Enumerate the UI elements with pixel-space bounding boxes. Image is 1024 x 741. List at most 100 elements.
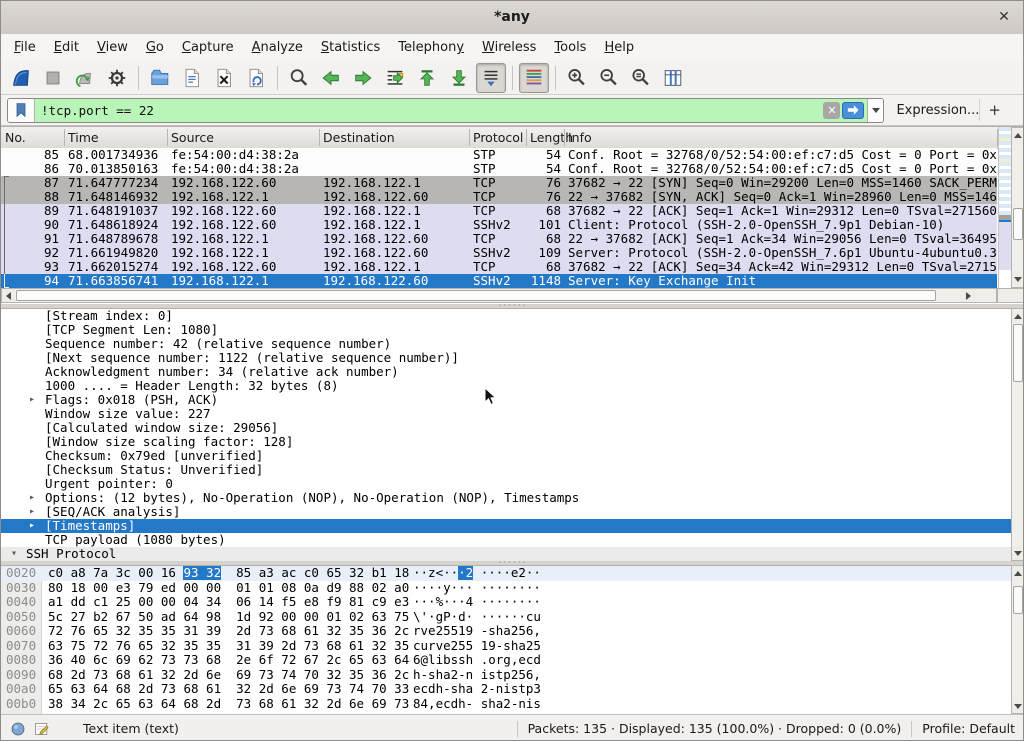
hscrollbar-thumb[interactable] (16, 290, 936, 301)
hex-bytes[interactable]: 5c 27 b2 67 50 ad 64 98 1d 92 00 00 01 0… (48, 610, 409, 625)
menu-statistics[interactable]: Statistics (312, 37, 389, 58)
scrollbar-thumb[interactable] (1013, 586, 1023, 614)
profile-status[interactable]: Profile: Default (922, 721, 1015, 736)
details-vscrollbar[interactable] (1011, 308, 1024, 561)
go-forward-button[interactable] (348, 63, 378, 93)
title-bar[interactable]: *any ✕ (1, 1, 1023, 35)
ascii-bytes[interactable]: 84,ecdh- sha2-nis (413, 697, 541, 712)
detail-line-16[interactable]: TCP payload (1080 bytes) (1, 533, 1011, 547)
filter-input[interactable]: !tcp.port == 22 (35, 99, 823, 122)
ascii-bytes[interactable]: \'·gP·d· ······cu (413, 610, 541, 625)
scrollbar-thumb[interactable] (1013, 324, 1023, 382)
detail-line-2[interactable]: Sequence number: 42 (relative sequence n… (1, 337, 1011, 351)
packet-row-94[interactable]: 9471.663856741192.168.122.1192.168.122.6… (1, 274, 997, 288)
capture-options-button[interactable] (102, 63, 132, 93)
detail-line-8[interactable]: [Calculated window size: 29056] (1, 421, 1011, 435)
ascii-bytes[interactable]: h-sha2-n istp256, (413, 668, 541, 683)
hex-row-0050[interactable]: 00505c 27 b2 67 50 ad 64 98 1d 92 00 00 … (1, 610, 1011, 625)
scroll-right-button[interactable] (962, 289, 975, 302)
hex-bytes[interactable]: 72 76 65 32 35 35 31 39 2d 73 68 61 32 3… (48, 624, 409, 639)
detail-line-10[interactable]: Checksum: 0x79ed [unverified] (1, 449, 1011, 463)
packet-list-header[interactable]: No.TimeSourceDestinationProtocolLengthIn… (1, 127, 1024, 149)
column-header-time[interactable]: Time (68, 130, 99, 145)
expression-button[interactable]: Expression... (896, 103, 979, 118)
collapsed-arrow-icon[interactable]: ▸ (29, 393, 35, 407)
capture-comment-button[interactable] (33, 720, 51, 738)
detail-line-13[interactable]: ▸Options: (12 bytes), No-Operation (NOP)… (1, 491, 1011, 505)
ascii-bytes[interactable]: ···%···4 ········ (413, 595, 541, 610)
column-header-info[interactable]: Info (568, 130, 592, 145)
menu-file[interactable]: File (5, 37, 45, 58)
detail-line-6[interactable]: ▸Flags: 0x018 (PSH, ACK) (1, 393, 1011, 407)
collapsed-arrow-icon[interactable]: ▸ (29, 505, 35, 519)
ascii-bytes[interactable]: ecdh-sha 2-nistp3 (413, 682, 541, 697)
menu-view[interactable]: View (88, 37, 137, 58)
detail-line-0[interactable]: [Stream index: 0] (1, 309, 1011, 323)
intelligent-scrollbar-minimap[interactable] (998, 127, 1011, 288)
hex-bytes[interactable]: 68 2d 73 68 61 32 2d 6e 69 73 74 70 32 3… (48, 668, 409, 683)
ascii-bytes[interactable]: curve255 19-sha25 (413, 639, 541, 654)
detail-line-3[interactable]: [Next sequence number: 1122 (relative se… (1, 351, 1011, 365)
hex-vscrollbar[interactable] (1011, 565, 1024, 714)
ascii-bytes[interactable]: ····y··· ········ (413, 581, 541, 596)
ascii-bytes[interactable]: ··z<···2 ····e2·· (413, 566, 541, 581)
packet-row-88[interactable]: 8871.648146932192.168.122.1192.168.122.6… (1, 190, 997, 204)
hex-row-0070[interactable]: 007063 75 72 76 65 32 35 35 31 39 2d 73 … (1, 639, 1011, 654)
menu-help[interactable]: Help (595, 37, 643, 58)
stop-capture-button[interactable] (38, 63, 68, 93)
close-icon[interactable]: ✕ (995, 8, 1013, 26)
zoom-in-button[interactable] (562, 63, 592, 93)
detail-line-1[interactable]: [TCP Segment Len: 1080] (1, 323, 1011, 337)
scroll-down-button[interactable] (1012, 699, 1024, 713)
detail-line-15[interactable]: ▸[Timestamps] (1, 519, 1011, 533)
scroll-down-button[interactable] (1012, 272, 1024, 286)
menu-edit[interactable]: Edit (45, 37, 88, 58)
packet-row-92[interactable]: 9271.661949820192.168.122.1192.168.122.6… (1, 246, 997, 260)
packet-row-90[interactable]: 9071.648618924192.168.122.60192.168.122.… (1, 218, 997, 232)
go-last-button[interactable] (444, 63, 474, 93)
save-file-button[interactable] (177, 63, 207, 93)
colorize-button[interactable] (519, 63, 549, 93)
column-resize-handle[interactable] (469, 129, 470, 146)
column-header-length[interactable]: Length (530, 130, 573, 145)
hex-row-00a0[interactable]: 00a065 63 64 68 2d 73 68 61 32 2d 6e 69 … (1, 682, 1011, 697)
hex-row-0090[interactable]: 009068 2d 73 68 61 32 2d 6e 69 73 74 70 … (1, 668, 1011, 683)
packet-list-vscrollbar[interactable] (1011, 127, 1024, 288)
scroll-up-button[interactable] (1012, 566, 1024, 580)
packet-row-86[interactable]: 8670.013850163fe:54:00:d4:38:2aSTP54Conf… (1, 162, 997, 176)
column-header-no[interactable]: No. (5, 130, 26, 145)
packet-row-91[interactable]: 9171.648789678192.168.122.1192.168.122.6… (1, 232, 997, 246)
scroll-down-button[interactable] (1012, 546, 1024, 560)
go-to-packet-button[interactable] (380, 63, 410, 93)
column-header-protocol[interactable]: Protocol (473, 130, 523, 145)
start-capture-button[interactable] (6, 63, 36, 93)
column-resize-handle[interactable] (64, 129, 65, 146)
scroll-up-button[interactable] (1012, 128, 1024, 142)
expanded-arrow-icon[interactable]: ▾ (11, 547, 17, 561)
packet-row-87[interactable]: 8771.647777234192.168.122.60192.168.122.… (1, 176, 997, 190)
filter-history-dropdown[interactable] (867, 99, 883, 122)
detail-line-4[interactable]: Acknowledgment number: 34 (relative ack … (1, 365, 1011, 379)
menu-wireless[interactable]: Wireless (473, 37, 545, 58)
menu-tools[interactable]: Tools (545, 37, 595, 58)
ascii-bytes[interactable]: rve25519 -sha256, (413, 624, 541, 639)
scrollbar-thumb[interactable] (1013, 208, 1023, 240)
go-first-button[interactable] (412, 63, 442, 93)
hex-bytes[interactable]: 63 75 72 76 65 32 35 35 31 39 2d 73 68 6… (48, 639, 409, 654)
hex-row-00b0[interactable]: 00b038 34 2c 65 63 64 68 2d 73 68 61 32 … (1, 697, 1011, 712)
detail-line-7[interactable]: Window size value: 227 (1, 407, 1011, 421)
hex-row-0080[interactable]: 008036 40 6c 69 62 73 73 68 2e 6f 72 67 … (1, 653, 1011, 668)
hex-bytes[interactable]: a1 dd c1 25 00 00 04 34 06 14 f5 e8 f9 8… (48, 595, 409, 610)
packet-row-89[interactable]: 8971.648191037192.168.122.60192.168.122.… (1, 204, 997, 218)
expert-info-button[interactable] (9, 720, 27, 738)
filter-bookmark-button[interactable] (8, 99, 35, 122)
hex-bytes[interactable]: 36 40 6c 69 62 73 73 68 2e 6f 72 67 2c 6… (48, 653, 409, 668)
zoom-out-button[interactable] (594, 63, 624, 93)
auto-scroll-button[interactable] (476, 63, 506, 93)
hex-row-0030[interactable]: 003080 18 00 e3 79 ed 00 00 01 01 08 0a … (1, 581, 1011, 596)
column-resize-handle[interactable] (319, 129, 320, 146)
filter-apply-button[interactable] (842, 102, 864, 119)
detail-line-12[interactable]: Urgent pointer: 0 (1, 477, 1011, 491)
hex-bytes[interactable]: c0 a8 7a 3c 00 16 93 32 85 a3 ac c0 65 3… (48, 566, 409, 581)
packet-row-85[interactable]: 8568.001734936fe:54:00:d4:38:2aSTP54Conf… (1, 148, 997, 162)
